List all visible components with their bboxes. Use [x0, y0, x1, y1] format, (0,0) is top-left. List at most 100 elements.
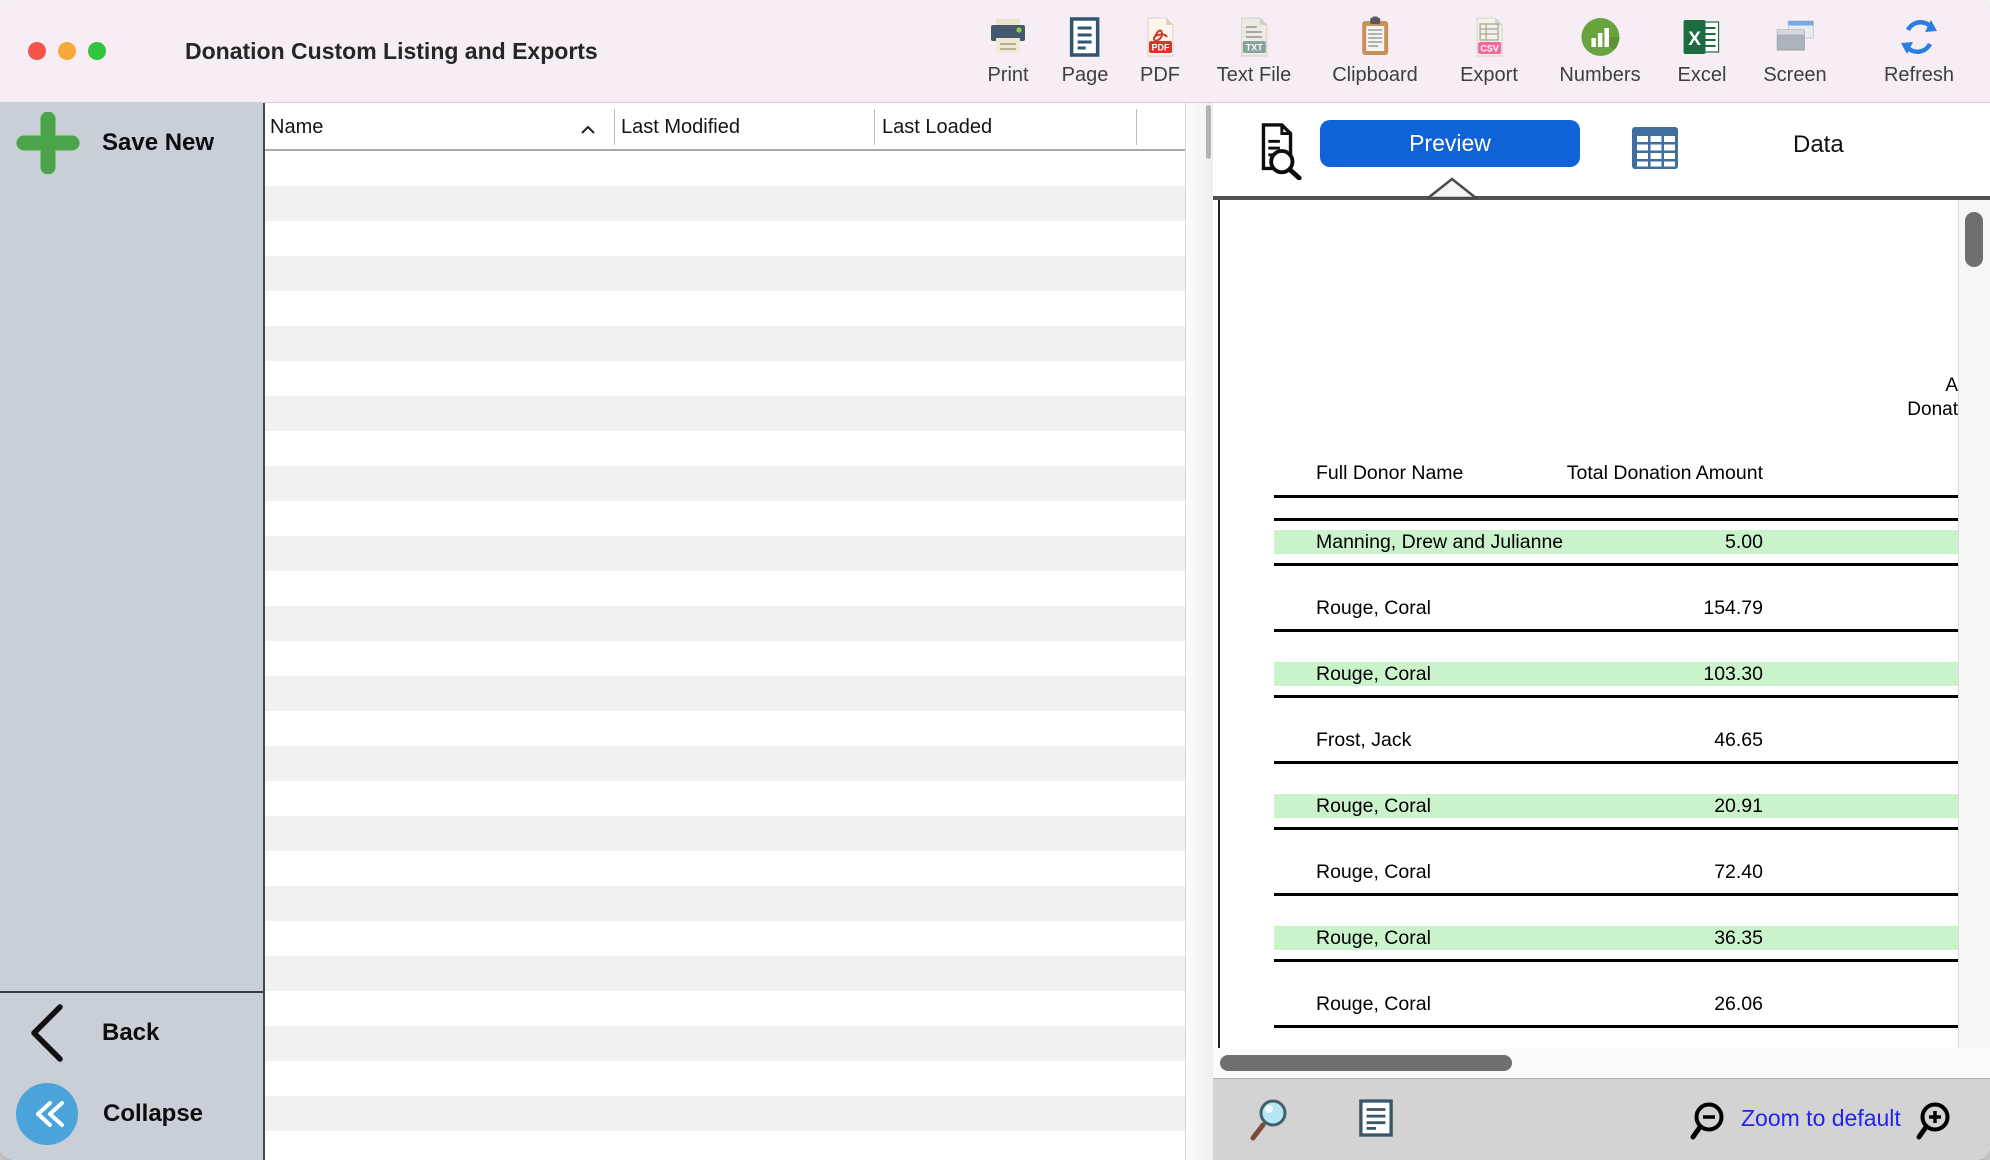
- report-vertical-scrollbar-thumb[interactable]: [1965, 212, 1983, 267]
- column-divider[interactable]: [874, 109, 875, 145]
- page-icon: [1063, 13, 1107, 61]
- report-horizontal-scrollbar[interactable]: [1213, 1048, 1990, 1078]
- chevron-left-icon: [28, 1003, 64, 1063]
- donor-name-cell: Rouge, Coral: [1316, 860, 1431, 884]
- donation-amount-cell: 72.40: [1463, 860, 1763, 884]
- excel-label: Excel: [1678, 64, 1727, 87]
- donor-name-cell: Rouge, Coral: [1316, 794, 1431, 818]
- report-row: Rouge, Coral 36.35: [1213, 905, 1958, 971]
- svg-text:CSV: CSV: [1480, 44, 1499, 54]
- fullscreen-window-button[interactable]: [88, 42, 106, 60]
- column-divider[interactable]: [614, 109, 615, 145]
- tab-preview-label: Preview: [1409, 130, 1491, 157]
- text-file-button[interactable]: TXT Text File: [1217, 13, 1291, 87]
- refresh-icon: [1897, 13, 1941, 61]
- zoom-to-default-link[interactable]: Zoom to default: [1741, 1105, 1901, 1132]
- row-separator-rule: [1274, 959, 1958, 962]
- text-file-label: Text File: [1217, 64, 1291, 87]
- svg-text:PDF: PDF: [1152, 43, 1171, 53]
- donor-name-cell: Rouge, Coral: [1316, 992, 1431, 1016]
- clipboard-button[interactable]: Clipboard: [1332, 13, 1418, 87]
- back-button[interactable]: Back: [0, 1001, 263, 1065]
- column-divider[interactable]: [1136, 109, 1137, 145]
- preview-tabbar: Preview Data: [1213, 103, 1990, 197]
- clipboard-icon: [1353, 13, 1397, 61]
- printer-icon: [986, 13, 1030, 61]
- csv-file-icon: CSV: [1467, 13, 1511, 61]
- report-row: Rouge, Coral 26.06: [1213, 971, 1958, 1037]
- page-label: Page: [1062, 64, 1109, 87]
- pdf-button[interactable]: PDF PDF: [1138, 13, 1182, 87]
- listings-scrollbar[interactable]: [1185, 103, 1213, 1160]
- svg-text:X: X: [1689, 29, 1702, 50]
- clipboard-label: Clipboard: [1332, 64, 1418, 87]
- row-separator-rule: [1274, 695, 1958, 698]
- numbers-icon: [1578, 13, 1622, 61]
- export-label: Export: [1460, 64, 1518, 87]
- preview-document-magnifier-icon: [1248, 122, 1306, 185]
- excel-icon: X: [1680, 13, 1724, 61]
- report-row: Frost, Jack 46.65: [1213, 707, 1958, 773]
- donation-amount-cell: 46.65: [1463, 728, 1763, 752]
- plus-icon: [16, 112, 80, 174]
- zoom-out-icon[interactable]: [1687, 1099, 1731, 1148]
- print-button[interactable]: Print: [986, 13, 1030, 87]
- listings-scrollbar-thumb[interactable]: [1206, 105, 1211, 159]
- report-rows: Manning, Drew and Julianne 5.00 Rouge, C…: [1213, 509, 1958, 1037]
- report-row: Rouge, Coral 20.91: [1213, 773, 1958, 839]
- column-header-name[interactable]: Name: [270, 103, 323, 151]
- pdf-file-icon: PDF: [1138, 13, 1182, 61]
- report-row: Rouge, Coral 154.79: [1213, 575, 1958, 641]
- report-row: Rouge, Coral 103.30: [1213, 641, 1958, 707]
- tab-preview[interactable]: Preview: [1320, 120, 1580, 167]
- column-header-last-modified[interactable]: Last Modified: [621, 103, 740, 151]
- zoom-in-icon[interactable]: [1913, 1099, 1957, 1148]
- report-row: Manning, Drew and Julianne 5.00: [1213, 509, 1958, 575]
- row-separator-rule: [1274, 629, 1958, 632]
- report-row: Rouge, Coral 72.40: [1213, 839, 1958, 905]
- row-separator-rule: [1274, 1025, 1958, 1028]
- donation-amount-cell: 5.00: [1463, 530, 1763, 554]
- report-vertical-scrollbar[interactable]: [1958, 200, 1990, 1048]
- report-header-rule: [1274, 495, 1958, 498]
- report-document-icon[interactable]: [1359, 1098, 1393, 1143]
- data-grid-icon[interactable]: [1631, 124, 1679, 177]
- search-magnifier-icon[interactable]: [1248, 1094, 1296, 1147]
- pdf-label: PDF: [1140, 64, 1180, 87]
- save-new-button[interactable]: Save New: [0, 108, 263, 178]
- numbers-label: Numbers: [1559, 64, 1640, 87]
- report-horizontal-scrollbar-thumb[interactable]: [1220, 1055, 1512, 1071]
- screen-icon: [1773, 13, 1817, 61]
- page-button[interactable]: Page: [1062, 13, 1109, 87]
- collapse-label: Collapse: [103, 1100, 203, 1128]
- listings-table-body-empty[interactable]: [265, 151, 1185, 1160]
- donation-amount-cell: 103.30: [1463, 662, 1763, 686]
- refresh-button[interactable]: Refresh: [1884, 13, 1954, 87]
- report-column-header-donor: Full Donor Name: [1316, 462, 1463, 485]
- row-separator-rule: [1274, 827, 1958, 830]
- refresh-label: Refresh: [1884, 64, 1954, 87]
- tab-data[interactable]: Data: [1793, 131, 1844, 159]
- minimize-window-button[interactable]: [58, 42, 76, 60]
- numbers-button[interactable]: Numbers: [1559, 13, 1640, 87]
- report-title-line-1: A: [1698, 374, 1958, 398]
- excel-button[interactable]: X Excel: [1678, 13, 1727, 87]
- collapse-button[interactable]: Collapse: [0, 1081, 263, 1147]
- app-window: Donation Custom Listing and Exports Prin…: [0, 0, 1990, 1160]
- sidebar-divider: [0, 991, 263, 993]
- svg-text:TXT: TXT: [1246, 43, 1264, 53]
- export-button[interactable]: CSV Export: [1460, 13, 1518, 87]
- print-label: Print: [987, 64, 1028, 87]
- sidebar: Save New Back Collapse: [0, 103, 265, 1160]
- back-label: Back: [102, 1019, 159, 1047]
- screen-button[interactable]: Screen: [1763, 13, 1826, 87]
- column-header-last-loaded[interactable]: Last Loaded: [882, 103, 992, 151]
- report-preview-viewport[interactable]: A Donat Full Donor Name Total Donation A…: [1213, 200, 1958, 1048]
- close-window-button[interactable]: [28, 42, 46, 60]
- donation-amount-cell: 26.06: [1463, 992, 1763, 1016]
- sort-ascending-icon: [580, 122, 596, 140]
- row-separator-rule: [1274, 563, 1958, 566]
- donation-amount-cell: 20.91: [1463, 794, 1763, 818]
- txt-file-icon: TXT: [1232, 13, 1276, 61]
- window-title: Donation Custom Listing and Exports: [185, 0, 598, 103]
